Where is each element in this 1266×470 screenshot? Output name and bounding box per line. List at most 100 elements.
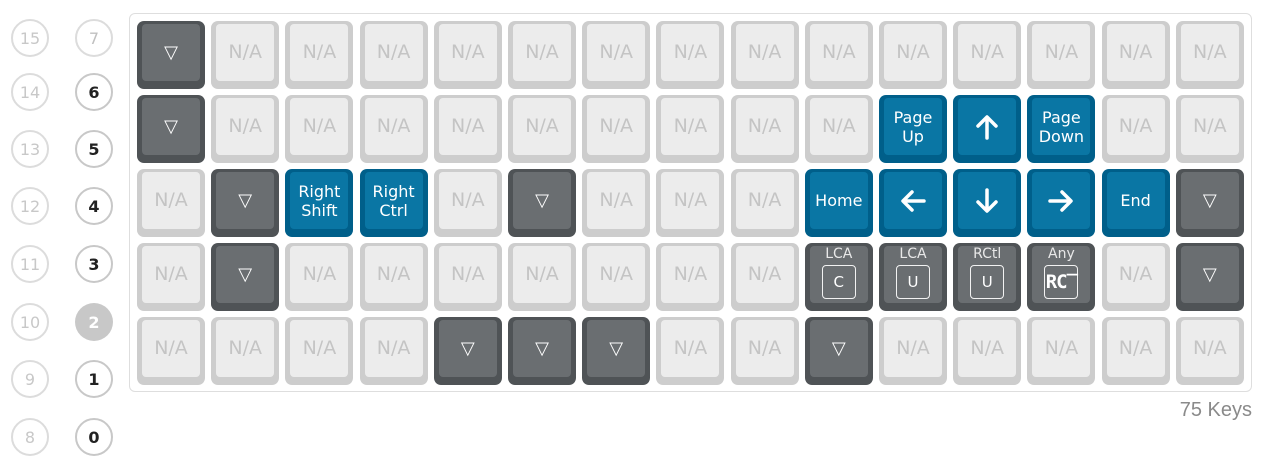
key-na[interactable]: N/A	[359, 95, 428, 163]
key-right-shift[interactable]: Right Shift	[285, 169, 354, 237]
key-na[interactable]: N/A	[137, 317, 205, 385]
layer-button[interactable]: 5	[75, 130, 113, 168]
layer-button[interactable]: 12	[11, 187, 49, 225]
key-arrow-right[interactable]	[1027, 169, 1096, 237]
layer-button[interactable]: 3	[75, 245, 113, 283]
key-na[interactable]: N/A	[804, 21, 873, 89]
key-na[interactable]: N/A	[433, 169, 502, 237]
key-na[interactable]: N/A	[359, 317, 428, 385]
key-na[interactable]: N/A	[211, 95, 280, 163]
key-na[interactable]: N/A	[730, 317, 799, 385]
key-transparent[interactable]: ▽	[508, 317, 576, 385]
key-na[interactable]: N/A	[730, 169, 799, 237]
key-home[interactable]: Home	[804, 169, 873, 237]
key-label: N/A	[884, 24, 942, 81]
layer-button[interactable]: 4	[75, 187, 113, 225]
key-label: N/A	[216, 24, 275, 81]
key-label: N/A	[1106, 246, 1165, 303]
key-transparent[interactable]: ▽	[582, 317, 651, 385]
key-na[interactable]: N/A	[1101, 317, 1170, 385]
key-na[interactable]: N/A	[433, 95, 502, 163]
key-na[interactable]: N/A	[285, 95, 354, 163]
key-na[interactable]: N/A	[656, 243, 725, 311]
key-na[interactable]: N/A	[1027, 21, 1096, 89]
key-na[interactable]: N/A	[433, 21, 502, 89]
key-na[interactable]: N/A	[1027, 317, 1096, 385]
key-na[interactable]: N/A	[1175, 21, 1244, 89]
key-na[interactable]: N/A	[359, 243, 428, 311]
key-na[interactable]: N/A	[1101, 95, 1170, 163]
key-modtap[interactable]: RCtl U	[953, 243, 1022, 311]
key-arrow-up[interactable]	[953, 95, 1022, 163]
key-page-down[interactable]: Page Down	[1027, 95, 1096, 163]
key-na[interactable]: N/A	[656, 317, 725, 385]
key-na[interactable]: N/A	[359, 21, 428, 89]
layer-button[interactable]: 1	[75, 360, 113, 398]
layer-button[interactable]: 7	[75, 19, 113, 57]
key-na[interactable]: N/A	[953, 21, 1022, 89]
layer-button[interactable]: 0	[75, 418, 113, 456]
key-na[interactable]: N/A	[1175, 317, 1244, 385]
key-na[interactable]: N/A	[656, 169, 725, 237]
key-page-up[interactable]: Page Up	[879, 95, 947, 163]
key-end[interactable]: End	[1101, 169, 1170, 237]
key-na[interactable]: N/A	[508, 21, 576, 89]
key-na[interactable]: N/A	[582, 169, 651, 237]
key-na[interactable]: N/A	[879, 317, 947, 385]
key-na[interactable]: N/A	[1101, 21, 1170, 89]
key-transparent[interactable]: ▽	[211, 243, 280, 311]
key-na[interactable]: N/A	[656, 21, 725, 89]
key-label: N/A	[661, 24, 720, 81]
key-na[interactable]: N/A	[137, 169, 205, 237]
key-transparent[interactable]: ▽	[433, 317, 502, 385]
layer-button[interactable]: 13	[11, 130, 49, 168]
layer-button[interactable]: 9	[11, 360, 49, 398]
layer-button[interactable]: 8	[11, 418, 49, 456]
key-na[interactable]: N/A	[433, 243, 502, 311]
key-transparent[interactable]: ▽	[1175, 243, 1244, 311]
key-na[interactable]: N/A	[1101, 243, 1170, 311]
key-transparent[interactable]: ▽	[137, 95, 205, 163]
key-transparent[interactable]: ▽	[804, 317, 873, 385]
key-na[interactable]: N/A	[582, 243, 651, 311]
key-arrow-down[interactable]	[953, 169, 1022, 237]
key-na[interactable]: N/A	[285, 21, 354, 89]
key-transparent[interactable]: ▽	[211, 169, 280, 237]
key-right-ctrl[interactable]: Right Ctrl	[359, 169, 428, 237]
key-na[interactable]: N/A	[508, 243, 576, 311]
key-modtap[interactable]: LCA C	[804, 243, 873, 311]
key-na[interactable]: N/A	[285, 243, 354, 311]
key-transparent[interactable]: ▽	[1175, 169, 1244, 237]
key-na[interactable]: N/A	[879, 21, 947, 89]
key-na[interactable]: N/A	[656, 95, 725, 163]
key-na[interactable]: N/A	[508, 95, 576, 163]
key-na[interactable]: N/A	[582, 95, 651, 163]
key-na[interactable]: N/A	[730, 243, 799, 311]
key-na[interactable]: N/A	[953, 317, 1022, 385]
layer-button[interactable]: 11	[11, 245, 49, 283]
key-arrow-left[interactable]	[879, 169, 947, 237]
key-na[interactable]: N/A	[285, 317, 354, 385]
key-na[interactable]: N/A	[730, 95, 799, 163]
key-na[interactable]: N/A	[730, 21, 799, 89]
key-label: N/A	[364, 246, 423, 303]
key-na[interactable]: N/A	[582, 21, 651, 89]
key-na[interactable]: N/A	[1175, 95, 1244, 163]
key-na[interactable]: N/A	[211, 21, 280, 89]
key-label: ▽	[216, 246, 275, 303]
key-na[interactable]: N/A	[137, 243, 205, 311]
key-modtap[interactable]: LCA U	[879, 243, 947, 311]
layer-button[interactable]: 15	[11, 19, 49, 57]
key-label: N/A	[142, 246, 200, 303]
key-modtap[interactable]: Any RC‾	[1027, 243, 1096, 311]
key-na[interactable]: N/A	[211, 317, 280, 385]
key-label: N/A	[438, 246, 497, 303]
layer-button[interactable]: 2	[75, 303, 113, 341]
key-transparent[interactable]: ▽	[137, 21, 205, 89]
key-transparent[interactable]: ▽	[508, 169, 576, 237]
layer-button[interactable]: 14	[11, 73, 49, 111]
layer-button[interactable]: 10	[11, 303, 49, 341]
key-label: N/A	[513, 246, 571, 303]
layer-button[interactable]: 6	[75, 73, 113, 111]
key-na[interactable]: N/A	[804, 95, 873, 163]
